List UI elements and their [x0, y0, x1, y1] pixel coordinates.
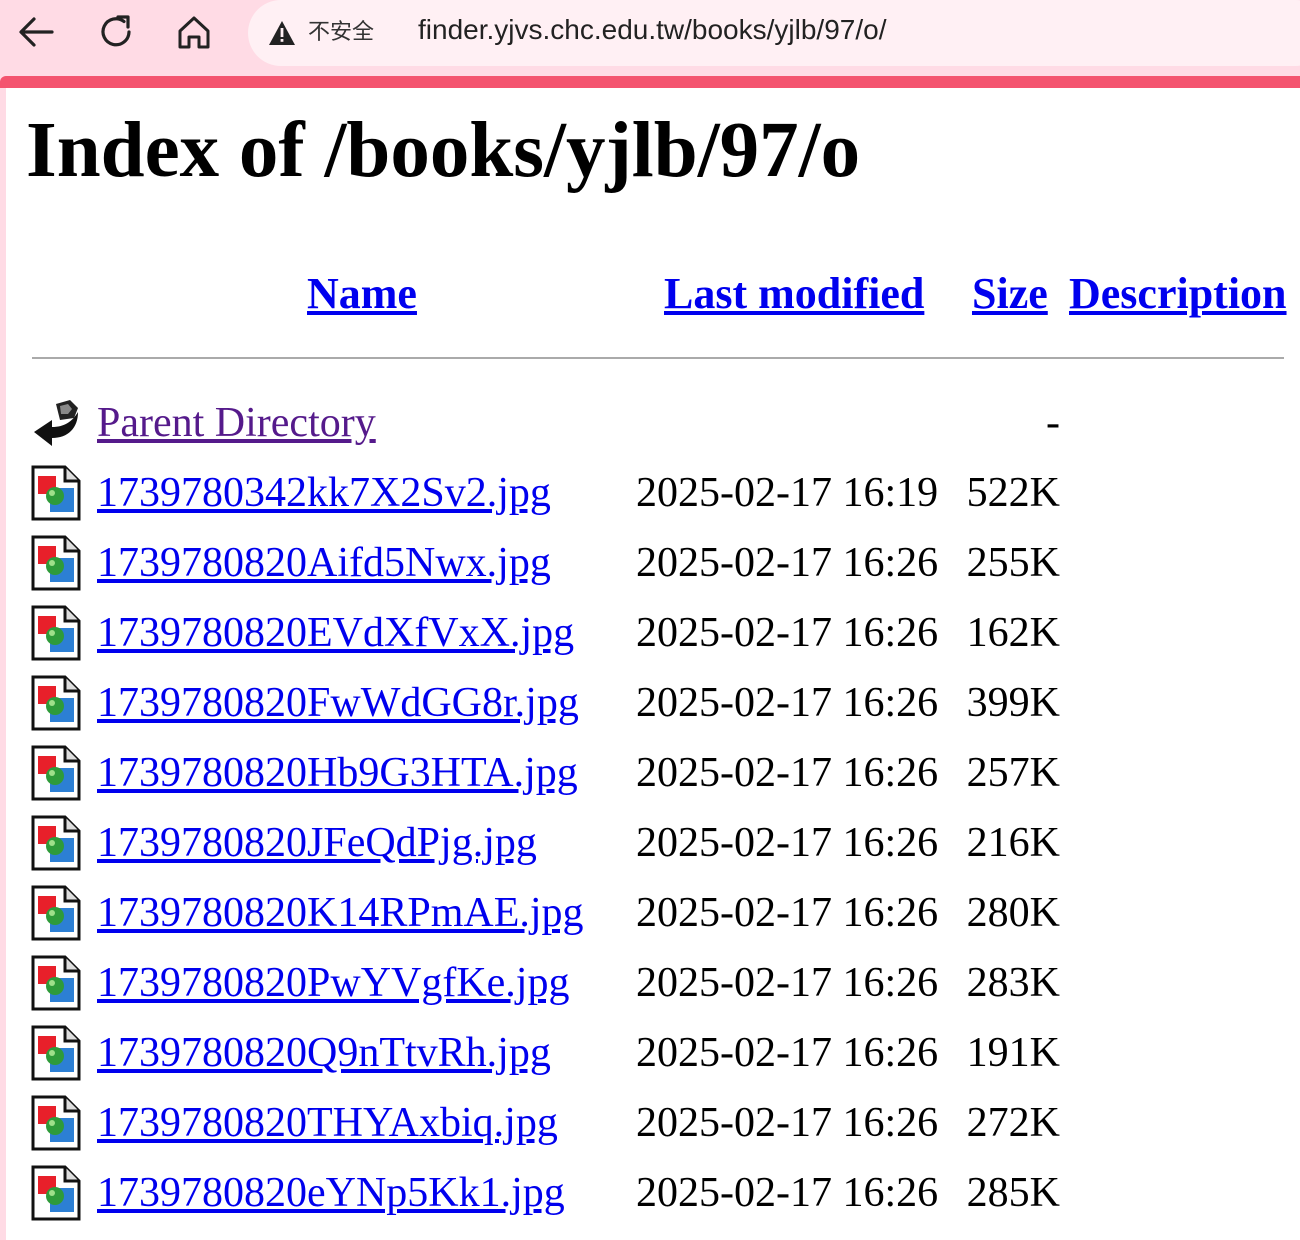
file-modified: 2025-02-17 16:19	[636, 470, 939, 516]
file-link[interactable]: 1739780820Hb9G3HTA.jpg	[97, 748, 578, 798]
image-file-icon	[31, 745, 81, 801]
file-size: 285K	[966, 1170, 1060, 1216]
file-row: 1739780820Aifd5Nwx.jpg 2025-02-17 16:26 …	[6, 528, 1300, 598]
file-link[interactable]: 1739780820Aifd5Nwx.jpg	[97, 538, 551, 588]
column-header-size[interactable]: Size	[972, 272, 1048, 316]
file-row: 1739780342kk7X2Sv2.jpg 2025-02-17 16:19 …	[6, 458, 1300, 528]
file-row: 1739780820eYNp5Kk1.jpg 2025-02-17 16:26 …	[6, 1158, 1300, 1228]
reload-button[interactable]	[94, 10, 138, 54]
column-header-description[interactable]: Description	[1069, 272, 1287, 316]
column-header-last-modified[interactable]: Last modified	[664, 272, 924, 316]
file-modified: 2025-02-17 16:26	[636, 540, 939, 586]
file-size: 399K	[966, 680, 1060, 726]
file-modified: 2025-02-17 16:26	[636, 1170, 939, 1216]
file-row: 1739780820Hb9G3HTA.jpg 2025-02-17 16:26 …	[6, 738, 1300, 808]
security-label[interactable]: 不安全	[308, 14, 374, 46]
image-file-icon	[31, 1025, 81, 1081]
file-link[interactable]: 1739780820THYAxbiq.jpg	[97, 1098, 558, 1148]
image-file-icon	[31, 815, 81, 871]
home-button[interactable]	[172, 10, 216, 54]
page-viewport: Index of /books/yjlb/97/o Name Last modi…	[6, 88, 1300, 1240]
parent-size: -	[1046, 400, 1060, 446]
browser-toolbar: 不安全 finder.yjvs.chc.edu.tw/books/yjlb/97…	[0, 0, 1300, 76]
file-size: 280K	[966, 890, 1060, 936]
file-size: 216K	[966, 820, 1060, 866]
file-row: 1739780820JFeQdPjg.jpg 2025-02-17 16:26 …	[6, 808, 1300, 878]
warning-triangle-icon[interactable]	[268, 20, 296, 46]
file-size: 191K	[966, 1030, 1060, 1076]
file-row: 1739780820EVdXfVxX.jpg 2025-02-17 16:26 …	[6, 598, 1300, 668]
file-link[interactable]: 1739780342kk7X2Sv2.jpg	[97, 468, 551, 518]
file-row: 1739780820FwWdGG8r.jpg 2025-02-17 16:26 …	[6, 668, 1300, 738]
back-arrow-icon	[19, 17, 54, 47]
home-icon	[178, 16, 210, 49]
address-bar[interactable]: 不安全 finder.yjvs.chc.edu.tw/books/yjlb/97…	[248, 0, 1300, 66]
file-size: 257K	[966, 750, 1060, 796]
file-size: 255K	[966, 540, 1060, 586]
file-link[interactable]: 1739780820PwYVgfKe.jpg	[97, 958, 569, 1008]
image-file-icon	[31, 955, 81, 1011]
page-title: Index of /books/yjlb/97/o	[26, 107, 861, 194]
file-size: 522K	[966, 470, 1060, 516]
image-file-icon	[31, 535, 81, 591]
image-file-icon	[31, 1095, 81, 1151]
parent-directory-row: Parent Directory -	[6, 388, 1300, 458]
parent-directory-icon	[34, 400, 78, 446]
column-header-name[interactable]: Name	[307, 272, 417, 316]
url-text[interactable]: finder.yjvs.chc.edu.tw/books/yjlb/97/o/	[418, 14, 886, 46]
file-size: 272K	[966, 1100, 1060, 1146]
tab-accent-bar	[0, 76, 1300, 88]
image-file-icon	[31, 605, 81, 661]
file-link[interactable]: 1739780820eYNp5Kk1.jpg	[97, 1168, 565, 1218]
file-size: 283K	[966, 960, 1060, 1006]
file-link[interactable]: 1739780820Q9nTtvRh.jpg	[97, 1028, 551, 1078]
file-modified: 2025-02-17 16:26	[636, 820, 939, 866]
image-file-icon	[31, 465, 81, 521]
file-modified: 2025-02-17 16:26	[636, 750, 939, 796]
file-row: 1739780820K14RPmAE.jpg 2025-02-17 16:26 …	[6, 878, 1300, 948]
file-modified: 2025-02-17 16:26	[636, 680, 939, 726]
file-modified: 2025-02-17 16:26	[636, 1030, 939, 1076]
file-link[interactable]: 1739780820K14RPmAE.jpg	[97, 888, 584, 938]
image-file-icon	[31, 675, 81, 731]
file-row: 1739780820PwYVgfKe.jpg 2025-02-17 16:26 …	[6, 948, 1300, 1018]
image-file-icon	[31, 885, 81, 941]
header-divider	[32, 357, 1284, 359]
file-modified: 2025-02-17 16:26	[636, 960, 939, 1006]
back-button[interactable]	[14, 10, 58, 54]
file-link[interactable]: 1739780820FwWdGG8r.jpg	[97, 678, 579, 728]
file-row: 1739780820THYAxbiq.jpg 2025-02-17 16:26 …	[6, 1088, 1300, 1158]
file-modified: 2025-02-17 16:26	[636, 610, 939, 656]
file-size: 162K	[966, 610, 1060, 656]
parent-directory-link[interactable]: Parent Directory	[97, 398, 376, 448]
reload-icon	[101, 15, 131, 47]
file-modified: 2025-02-17 16:26	[636, 890, 939, 936]
file-link[interactable]: 1739780820EVdXfVxX.jpg	[97, 608, 574, 658]
file-link[interactable]: 1739780820JFeQdPjg.jpg	[97, 818, 537, 868]
image-file-icon	[31, 1165, 81, 1221]
file-modified: 2025-02-17 16:26	[636, 1100, 939, 1146]
file-row: 1739780820Q9nTtvRh.jpg 2025-02-17 16:26 …	[6, 1018, 1300, 1088]
